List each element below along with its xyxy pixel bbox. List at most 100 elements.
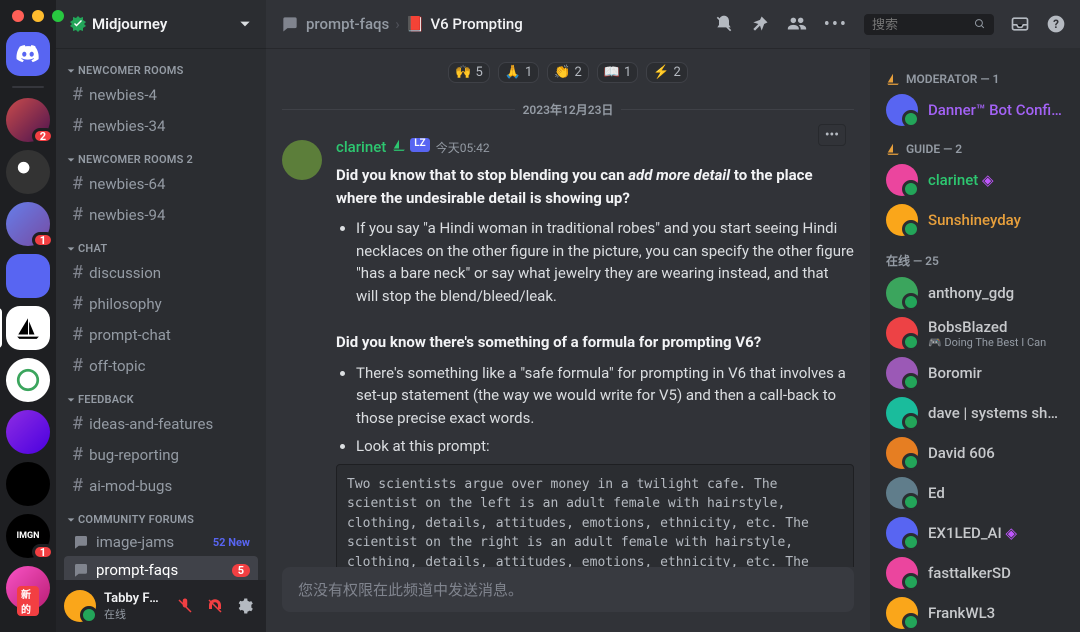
message-content: Did you know that to stop blending you c…: [336, 164, 854, 567]
server-item[interactable]: [6, 150, 50, 194]
deafen-button[interactable]: [202, 593, 228, 619]
server-item[interactable]: 新的: [6, 566, 50, 610]
hash-icon: #: [72, 324, 83, 345]
new-tag: 新的: [17, 586, 39, 616]
server-item[interactable]: [6, 410, 50, 454]
chevron-down-icon: [66, 244, 76, 254]
member-item[interactable]: BobsBlazed🎮 Doing The Best I Can: [878, 313, 1072, 353]
member-avatar: [886, 597, 918, 629]
server-item[interactable]: [6, 462, 50, 506]
message-area: 🙌5🙏1👏2📖1⚡2 2023年12月23日 ••• clarinet LZ: [266, 48, 870, 632]
reaction[interactable]: ⚡2: [646, 62, 688, 83]
channel-item[interactable]: #prompt-chat: [64, 319, 258, 350]
member-item[interactable]: David 606: [878, 433, 1072, 473]
channel-item[interactable]: #newbies-34: [64, 110, 258, 141]
server-header[interactable]: Midjourney: [56, 0, 266, 48]
channel-list: NEWCOMER ROOMS # newbies-4 #newbies-34 NEWC…: [56, 48, 266, 580]
channel-item[interactable]: #discussion: [64, 257, 258, 288]
message-actions[interactable]: •••: [818, 124, 846, 146]
channel-label: newbies-4: [89, 86, 157, 104]
server-item[interactable]: 2: [6, 98, 50, 142]
member-item[interactable]: dave | systems shaper: [878, 393, 1072, 433]
svg-text:?: ?: [1053, 17, 1059, 31]
forum-icon: [72, 533, 90, 551]
breadcrumb-parent[interactable]: prompt-faqs: [306, 15, 389, 33]
server-badge: 2: [32, 128, 54, 144]
inbox-button[interactable]: [1010, 14, 1030, 34]
channel-item[interactable]: image-jams52 New: [64, 528, 258, 556]
hash-icon: #: [72, 444, 83, 465]
help-button[interactable]: ?: [1046, 14, 1066, 34]
circle-icon: [15, 367, 41, 393]
op-badge: LZ: [410, 138, 429, 152]
pinned-button[interactable]: [750, 14, 770, 34]
channel-label: newbies-94: [89, 206, 165, 224]
member-name: Boromir: [928, 364, 1064, 382]
channel-category[interactable]: NEWCOMER ROOMS 2: [64, 141, 258, 168]
member-item[interactable]: EX1LED_AI ◈: [878, 513, 1072, 553]
member-item[interactable]: Boromir: [878, 353, 1072, 393]
member-avatar: [886, 477, 918, 509]
channel-item[interactable]: #bug-reporting: [64, 439, 258, 470]
member-item[interactable]: fasttalkerSD: [878, 553, 1072, 593]
channel-item[interactable]: #newbies-64: [64, 168, 258, 199]
member-avatar: [886, 164, 918, 196]
chevron-down-icon: [66, 66, 76, 76]
member-item[interactable]: Ed: [878, 473, 1072, 513]
reaction-emoji: 🙏: [505, 65, 521, 80]
channel-item[interactable]: prompt-faqs5: [64, 556, 258, 580]
member-avatar: [886, 357, 918, 389]
channel-category[interactable]: COMMUNITY FORUMS: [64, 501, 258, 528]
message-author[interactable]: clarinet: [336, 138, 386, 156]
members-toggle[interactable]: [786, 13, 808, 35]
notifications-button[interactable]: [714, 14, 734, 34]
discord-home[interactable]: [6, 32, 50, 76]
server-folder[interactable]: [6, 254, 50, 298]
member-name: clarinet ◈: [928, 171, 1064, 189]
server-midjourney[interactable]: [6, 306, 50, 350]
member-avatar: [886, 517, 918, 549]
channel-item[interactable]: # newbies-4: [64, 79, 258, 110]
message-time: 今天05:42: [436, 139, 490, 156]
forum-icon: [72, 561, 90, 579]
user-panel: Tabby Fas... 在线: [56, 580, 266, 632]
maximize-window[interactable]: [52, 10, 64, 22]
minimize-window[interactable]: [32, 10, 44, 22]
reaction[interactable]: 👏2: [547, 62, 589, 83]
member-avatar: [886, 204, 918, 236]
member-item[interactable]: anthony_gdg: [878, 273, 1072, 313]
channel-item[interactable]: #ideas-and-features: [64, 408, 258, 439]
search-box[interactable]: [864, 14, 994, 35]
hash-icon: #: [72, 84, 83, 105]
channel-item[interactable]: #off-topic: [64, 350, 258, 381]
book-icon: 📕: [406, 15, 425, 33]
channel-pill: 5: [232, 564, 250, 577]
server-item[interactable]: IMGN 1: [6, 514, 50, 558]
code-block: Two scientists argue over money in a twi…: [336, 464, 854, 568]
server-item[interactable]: [6, 358, 50, 402]
message-avatar[interactable]: [282, 140, 322, 180]
user-avatar[interactable]: [64, 590, 96, 622]
member-item[interactable]: Danner™ Bot Confirm...: [878, 90, 1072, 130]
more-button[interactable]: •••: [824, 14, 848, 35]
channel-item[interactable]: #ai-mod-bugs: [64, 470, 258, 501]
reaction[interactable]: 📖1: [597, 62, 639, 83]
channel-item[interactable]: #newbies-94: [64, 199, 258, 230]
channel-category[interactable]: FEEDBACK: [64, 381, 258, 408]
channel-category[interactable]: CHAT: [64, 230, 258, 257]
reaction[interactable]: 🙌5: [448, 62, 490, 83]
member-item[interactable]: Sunshineyday: [878, 200, 1072, 240]
member-item[interactable]: FrankWL3: [878, 593, 1072, 632]
sailboat-icon: [886, 72, 900, 86]
settings-button[interactable]: [232, 593, 258, 619]
member-item[interactable]: clarinet ◈: [878, 160, 1072, 200]
main-content: prompt-faqs › 📕 V6 Prompting •••: [266, 0, 1080, 632]
reaction[interactable]: 🙏1: [498, 62, 540, 83]
close-window[interactable]: [12, 10, 24, 22]
server-item[interactable]: 1: [6, 202, 50, 246]
search-input[interactable]: [872, 17, 968, 32]
channel-category[interactable]: NEWCOMER ROOMS: [64, 52, 258, 79]
mute-mic-button[interactable]: [172, 593, 198, 619]
user-status: 在线: [104, 606, 164, 622]
channel-item[interactable]: #philosophy: [64, 288, 258, 319]
